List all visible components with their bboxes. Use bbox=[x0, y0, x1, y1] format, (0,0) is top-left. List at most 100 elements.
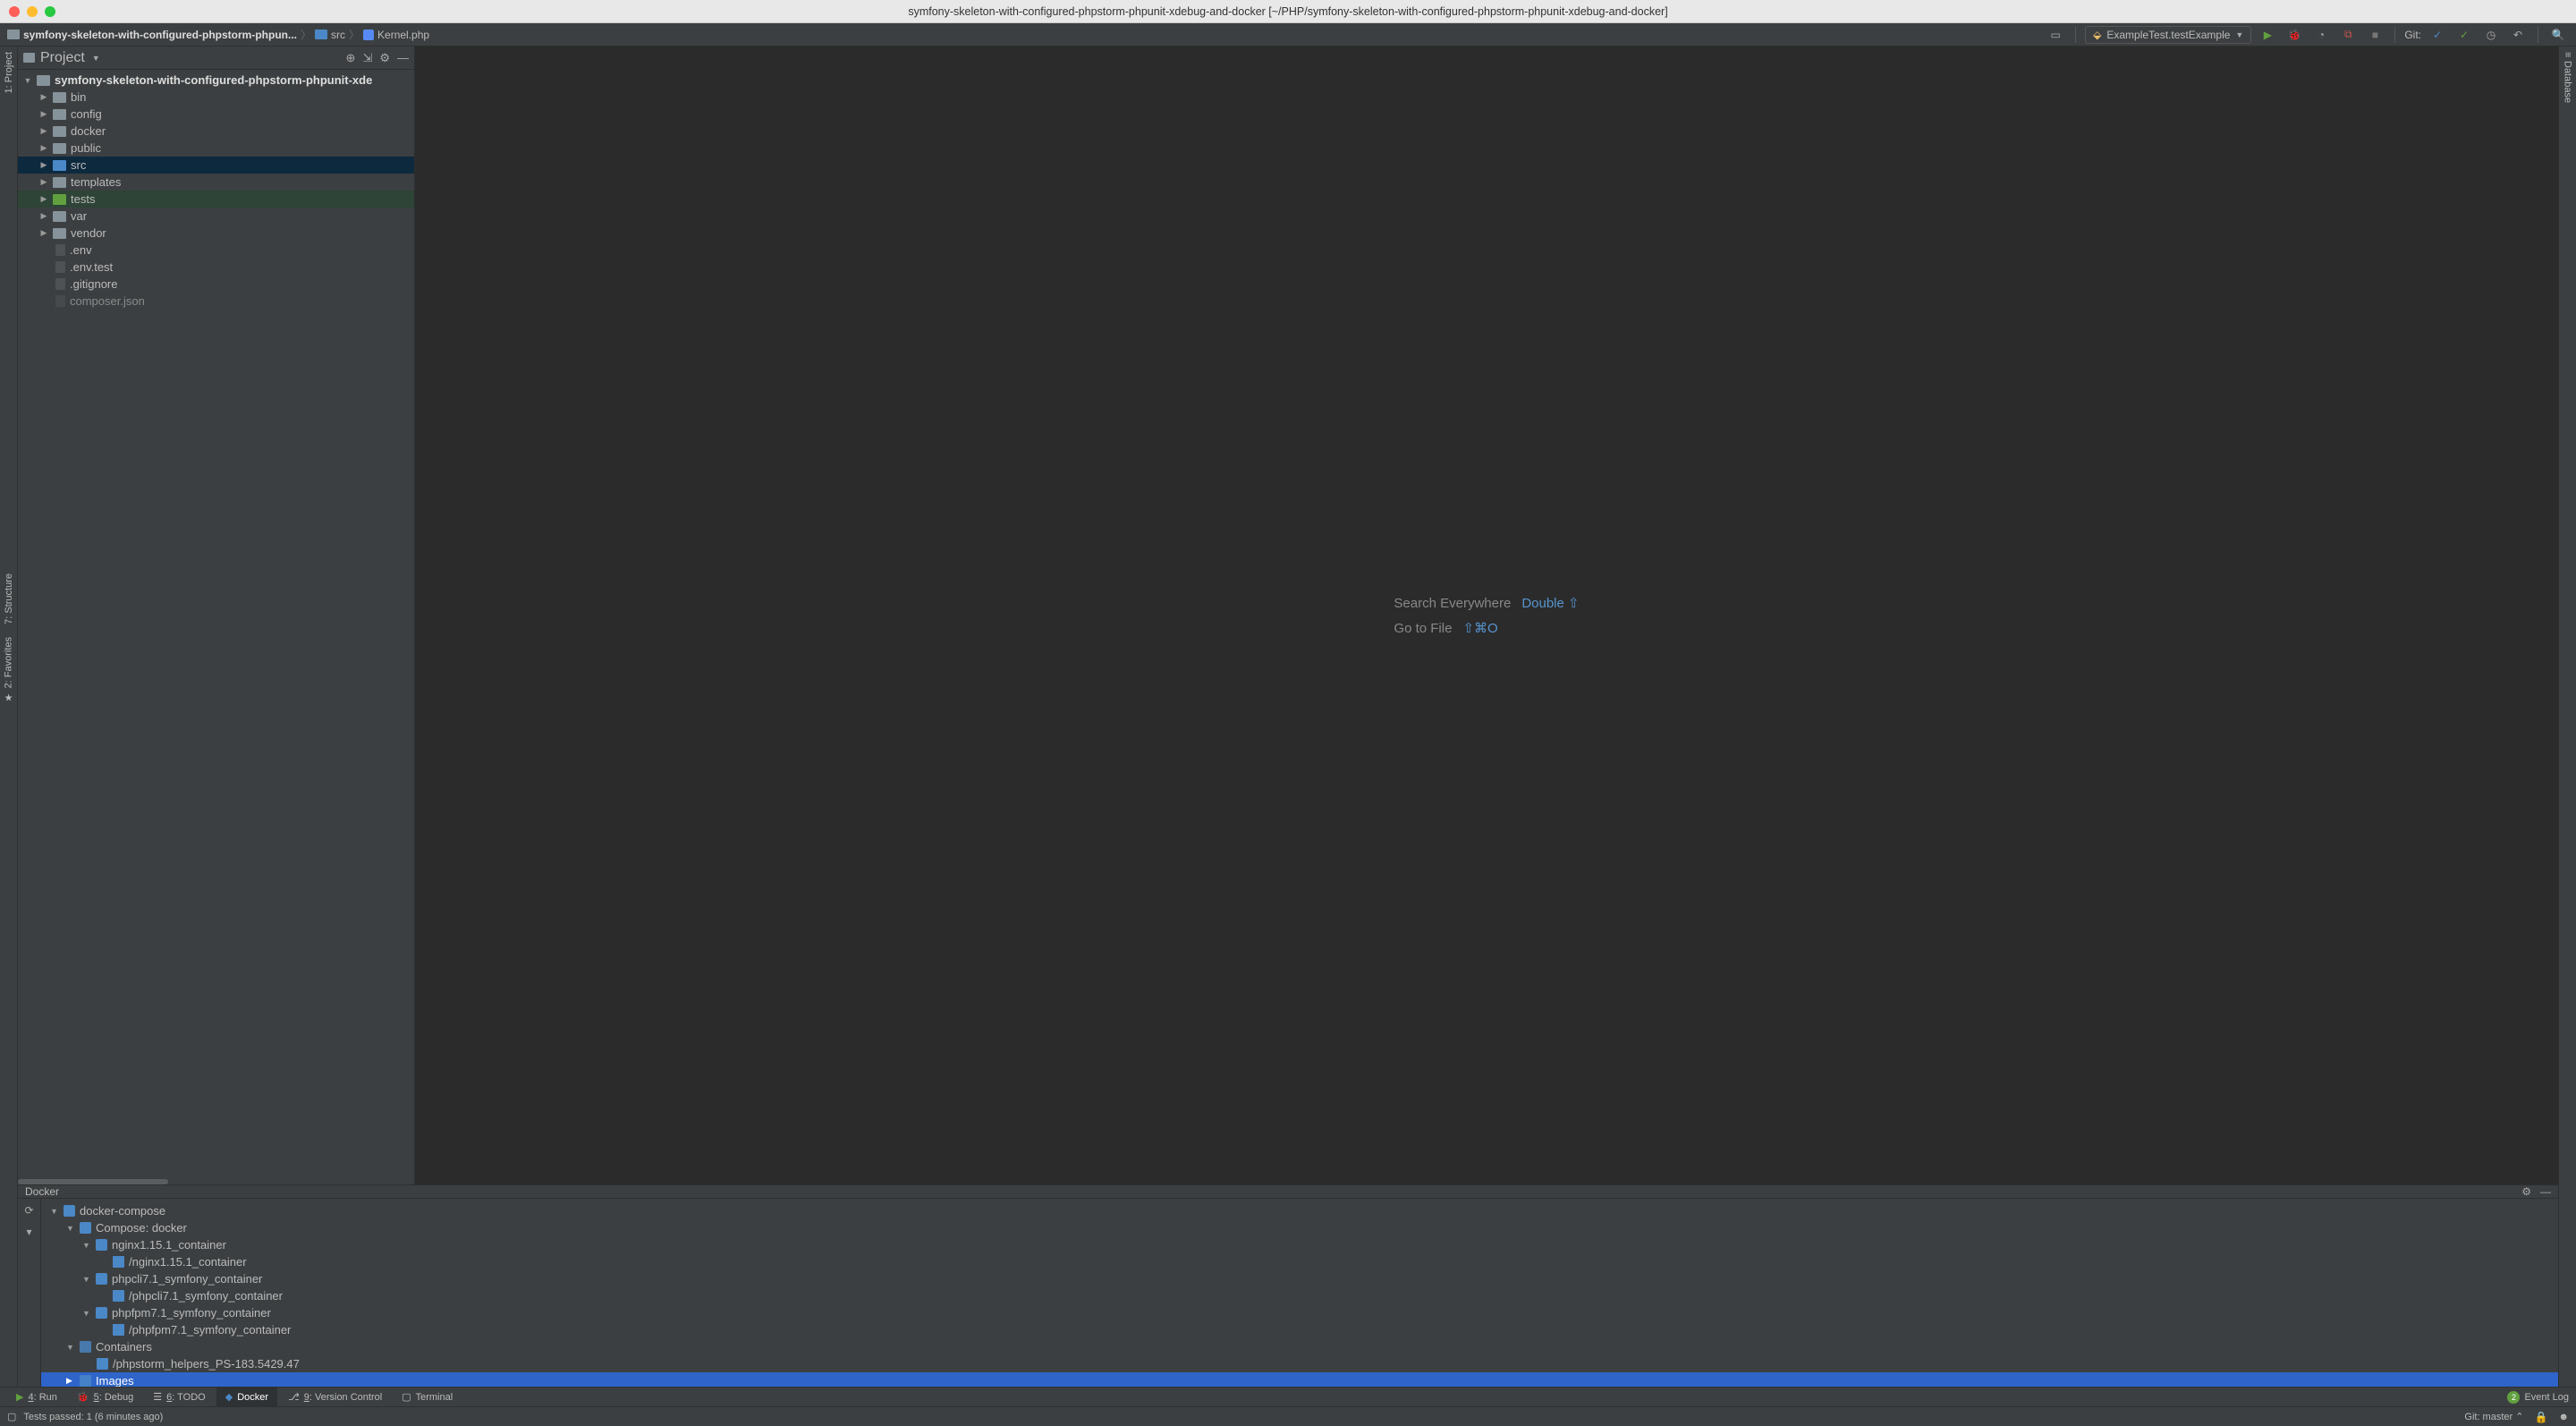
hide-panel-button[interactable]: — bbox=[2540, 1185, 2551, 1198]
images-label: Images bbox=[96, 1374, 134, 1388]
hint-gotofile-key: ⇧⌘O bbox=[1462, 621, 1497, 636]
folder-label: src bbox=[71, 158, 86, 172]
update-project-button[interactable]: ✓ bbox=[2427, 25, 2448, 45]
project-tree[interactable]: ▼ symfony-skeleton-with-configured-phpst… bbox=[18, 70, 414, 1184]
folder-icon bbox=[7, 30, 20, 39]
structure-tab-label: 7: Structure bbox=[4, 573, 14, 624]
tree-file-gitignore[interactable]: .gitignore bbox=[18, 276, 414, 293]
tree-file-composer[interactable]: composer.json bbox=[18, 293, 414, 310]
docker-compose[interactable]: ▼Compose: docker bbox=[41, 1219, 2558, 1236]
tree-folder-tests[interactable]: ▶tests bbox=[18, 191, 414, 208]
status-icon: ▢ bbox=[7, 1411, 16, 1422]
tree-folder-vendor[interactable]: ▶vendor bbox=[18, 225, 414, 242]
event-log-tab[interactable]: 2 Event Log bbox=[2498, 1391, 2569, 1404]
tree-file-envtest[interactable]: .env.test bbox=[18, 259, 414, 276]
profile-button[interactable]: ⧉ bbox=[2337, 25, 2359, 45]
file-label: .gitignore bbox=[70, 277, 117, 291]
container-label: /phpstorm_helpers_PS-183.5429.47 bbox=[113, 1357, 300, 1371]
terminal-icon: ▢ bbox=[402, 1391, 411, 1403]
docker-root[interactable]: ▼docker-compose bbox=[41, 1202, 2558, 1219]
docker-tool-window: Docker ⚙ — ⟳ ▾ ▼docker-compose ▼Compose:… bbox=[18, 1184, 2558, 1387]
horizontal-scrollbar[interactable] bbox=[18, 1179, 168, 1184]
breadcrumb: symfony-skeleton-with-configured-phpstor… bbox=[0, 27, 429, 42]
main-toolbar: symfony-skeleton-with-configured-phpstor… bbox=[0, 23, 2576, 47]
right-tool-window-bar: ≡ Database bbox=[2558, 47, 2576, 1387]
compose-icon bbox=[80, 1222, 91, 1234]
readonly-toggle[interactable]: 🔒 bbox=[2534, 1411, 2547, 1423]
expand-arrow-icon: ▼ bbox=[66, 1343, 75, 1352]
docker-containers[interactable]: ▼ Containers bbox=[41, 1338, 2558, 1355]
docker-tree[interactable]: ▼docker-compose ▼Compose: docker ▼nginx1… bbox=[41, 1199, 2558, 1389]
expand-arrow-icon: ▼ bbox=[23, 76, 32, 85]
tree-folder-src[interactable]: ▶src bbox=[18, 157, 414, 174]
folder-icon bbox=[53, 228, 66, 239]
tree-folder-public[interactable]: ▶public bbox=[18, 140, 414, 157]
toggle-windowed-button[interactable]: ▭ bbox=[2045, 25, 2066, 45]
docker-container-phpcli[interactable]: /phpcli7.1_symfony_container bbox=[41, 1287, 2558, 1304]
minimize-window-button[interactable] bbox=[27, 6, 38, 17]
docker-tab[interactable]: ◆Docker bbox=[216, 1388, 277, 1406]
file-label: composer.json bbox=[70, 294, 145, 308]
breadcrumb-src[interactable]: src bbox=[315, 29, 345, 41]
folder-icon bbox=[53, 143, 66, 154]
chevron-down-icon: ▼ bbox=[92, 54, 100, 63]
docker-service-nginx[interactable]: ▼nginx1.15.1_container bbox=[41, 1236, 2558, 1253]
tree-file-env[interactable]: .env bbox=[18, 242, 414, 259]
todo-tab[interactable]: ☰6: TODO bbox=[144, 1388, 215, 1406]
tree-folder-templates[interactable]: ▶templates bbox=[18, 174, 414, 191]
history-button[interactable]: ◷ bbox=[2480, 25, 2502, 45]
container-icon bbox=[113, 1256, 124, 1268]
tree-folder-var[interactable]: ▶var bbox=[18, 208, 414, 225]
docker-container-helpers[interactable]: /phpstorm_helpers_PS-183.5429.47 bbox=[41, 1355, 2558, 1372]
hide-panel-button[interactable]: — bbox=[397, 51, 409, 65]
database-tool-tab[interactable]: ≡ Database bbox=[2563, 52, 2573, 104]
folder-icon bbox=[53, 92, 66, 103]
tree-folder-config[interactable]: ▶config bbox=[18, 106, 414, 123]
coverage-button[interactable]: ◔ bbox=[2310, 25, 2332, 45]
hector-icon[interactable]: ☻ bbox=[2558, 1412, 2569, 1422]
chevron-right-icon: 〉 bbox=[349, 27, 360, 42]
docker-service-phpfpm[interactable]: ▼phpfpm7.1_symfony_container bbox=[41, 1304, 2558, 1321]
git-branch-selector[interactable]: Git: master ⌃ bbox=[2464, 1411, 2523, 1422]
maximize-window-button[interactable] bbox=[45, 6, 55, 17]
tree-folder-bin[interactable]: ▶bin bbox=[18, 89, 414, 106]
docker-settings-button[interactable]: ⚙ bbox=[2521, 1185, 2531, 1198]
run-configuration-selector[interactable]: ⬙ ExampleTest.testExample ▼ bbox=[2085, 26, 2251, 44]
docker-container-nginx[interactable]: /nginx1.15.1_container bbox=[41, 1253, 2558, 1270]
terminal-tab[interactable]: ▢Terminal bbox=[393, 1388, 462, 1406]
vcs-tab[interactable]: ⎇9: Version Control bbox=[279, 1388, 391, 1406]
debug-tab[interactable]: 🐞5: Debug bbox=[68, 1388, 142, 1406]
folder-label: docker bbox=[71, 124, 106, 138]
left-tool-window-bar: 1: Project 7: Structure ★ 2: Favorites bbox=[0, 47, 18, 1387]
containers-label: Containers bbox=[96, 1340, 152, 1354]
favorites-tool-tab[interactable]: ★ 2: Favorites bbox=[3, 637, 14, 703]
titlebar: symfony-skeleton-with-configured-phpstor… bbox=[0, 0, 2576, 23]
search-button[interactable]: 🔍 bbox=[2547, 25, 2569, 45]
project-tool-tab[interactable]: 1: Project bbox=[4, 52, 14, 93]
debug-button[interactable]: 🐞 bbox=[2284, 25, 2305, 45]
tree-folder-docker[interactable]: ▶docker bbox=[18, 123, 414, 140]
compose-icon bbox=[64, 1205, 75, 1217]
refresh-button[interactable]: ⟳ bbox=[24, 1204, 33, 1217]
docker-service-phpcli[interactable]: ▼phpcli7.1_symfony_container bbox=[41, 1270, 2558, 1287]
folder-label: config bbox=[71, 107, 102, 121]
stop-button[interactable]: ■ bbox=[2364, 25, 2385, 45]
structure-tool-tab[interactable]: 7: Structure bbox=[4, 573, 14, 624]
tree-root[interactable]: ▼ symfony-skeleton-with-configured-phpst… bbox=[18, 72, 414, 89]
docker-container-phpfpm[interactable]: /phpfpm7.1_symfony_container bbox=[41, 1321, 2558, 1338]
expand-arrow-icon: ▶ bbox=[39, 92, 48, 102]
commit-button[interactable]: ✓ bbox=[2453, 25, 2475, 45]
locate-button[interactable]: ⊕ bbox=[346, 51, 356, 65]
run-button[interactable]: ▶ bbox=[2257, 25, 2278, 45]
revert-button[interactable]: ↶ bbox=[2507, 25, 2529, 45]
breadcrumb-root[interactable]: symfony-skeleton-with-configured-phpstor… bbox=[7, 29, 297, 41]
run-tab[interactable]: ▶4: Run bbox=[7, 1388, 66, 1406]
breadcrumb-file[interactable]: Kernel.php bbox=[363, 29, 429, 41]
run-icon: ▶ bbox=[16, 1391, 23, 1403]
close-window-button[interactable] bbox=[9, 6, 20, 17]
tree-root-label: symfony-skeleton-with-configured-phpstor… bbox=[55, 73, 372, 87]
filter-button[interactable]: ▾ bbox=[26, 1226, 31, 1238]
file-label: .env.test bbox=[70, 260, 113, 274]
settings-button[interactable]: ⚙ bbox=[379, 51, 390, 65]
collapse-all-button[interactable]: ⇲ bbox=[362, 51, 372, 65]
